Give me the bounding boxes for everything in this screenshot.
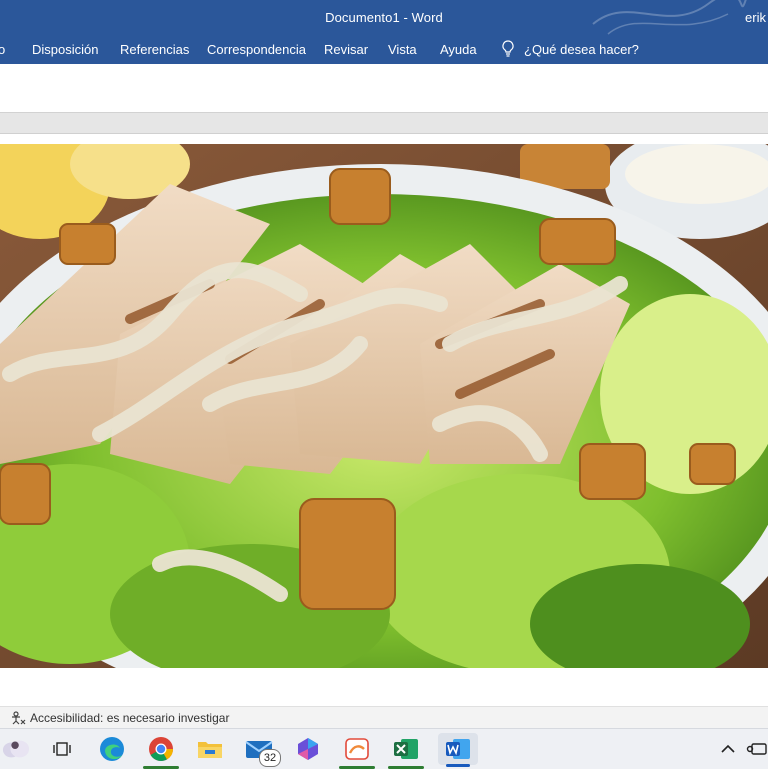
word-icon[interactable] xyxy=(438,733,478,767)
tell-me-box[interactable]: ¿Qué desea hacer? xyxy=(500,40,639,58)
accessibility-icon xyxy=(12,711,26,725)
title-bar: Documento1 - Word erik xyxy=(0,0,768,36)
chrome-icon[interactable] xyxy=(143,735,179,769)
tab-layout[interactable]: Disposición xyxy=(32,42,98,57)
tab-review[interactable]: Revisar xyxy=(324,42,368,57)
tell-me-label: ¿Qué desea hacer? xyxy=(524,41,639,57)
tab-help[interactable]: Ayuda xyxy=(440,42,477,57)
ribbon-collapsed-area xyxy=(0,64,768,113)
sketch-app-icon[interactable] xyxy=(339,735,375,769)
accessibility-status[interactable]: Accesibilidad: es necesario investigar xyxy=(10,711,229,725)
mail-badge: 32 xyxy=(259,749,281,767)
ruler xyxy=(0,113,768,134)
tab-mailings[interactable]: Correspondencia xyxy=(207,42,306,57)
task-view-icon[interactable] xyxy=(48,735,76,763)
user-name[interactable]: erik xyxy=(745,10,766,25)
excel-icon[interactable] xyxy=(388,735,424,769)
tab-references[interactable]: Referencias xyxy=(120,42,189,57)
status-bar: Accesibilidad: es necesario investigar xyxy=(0,706,768,729)
taskbar: 32 xyxy=(0,728,768,769)
tab-partial[interactable]: o xyxy=(0,42,5,57)
copilot-icon[interactable] xyxy=(2,735,30,763)
caesar-salad-image[interactable] xyxy=(0,144,768,668)
accessibility-label: Accesibilidad: es necesario investigar xyxy=(30,711,230,725)
edge-icon[interactable] xyxy=(98,735,126,763)
m365-icon[interactable] xyxy=(294,735,322,763)
tab-view[interactable]: Vista xyxy=(388,42,417,57)
mail-icon[interactable]: 32 xyxy=(245,735,281,767)
window-title: Documento1 - Word xyxy=(325,10,443,25)
show-hidden-icons-chevron[interactable] xyxy=(714,735,742,763)
tray-icon[interactable] xyxy=(746,735,768,763)
ribbon-tabs: o Disposición Referencias Correspondenci… xyxy=(0,36,768,64)
file-explorer-icon[interactable] xyxy=(196,735,224,763)
lightbulb-icon xyxy=(502,40,514,57)
